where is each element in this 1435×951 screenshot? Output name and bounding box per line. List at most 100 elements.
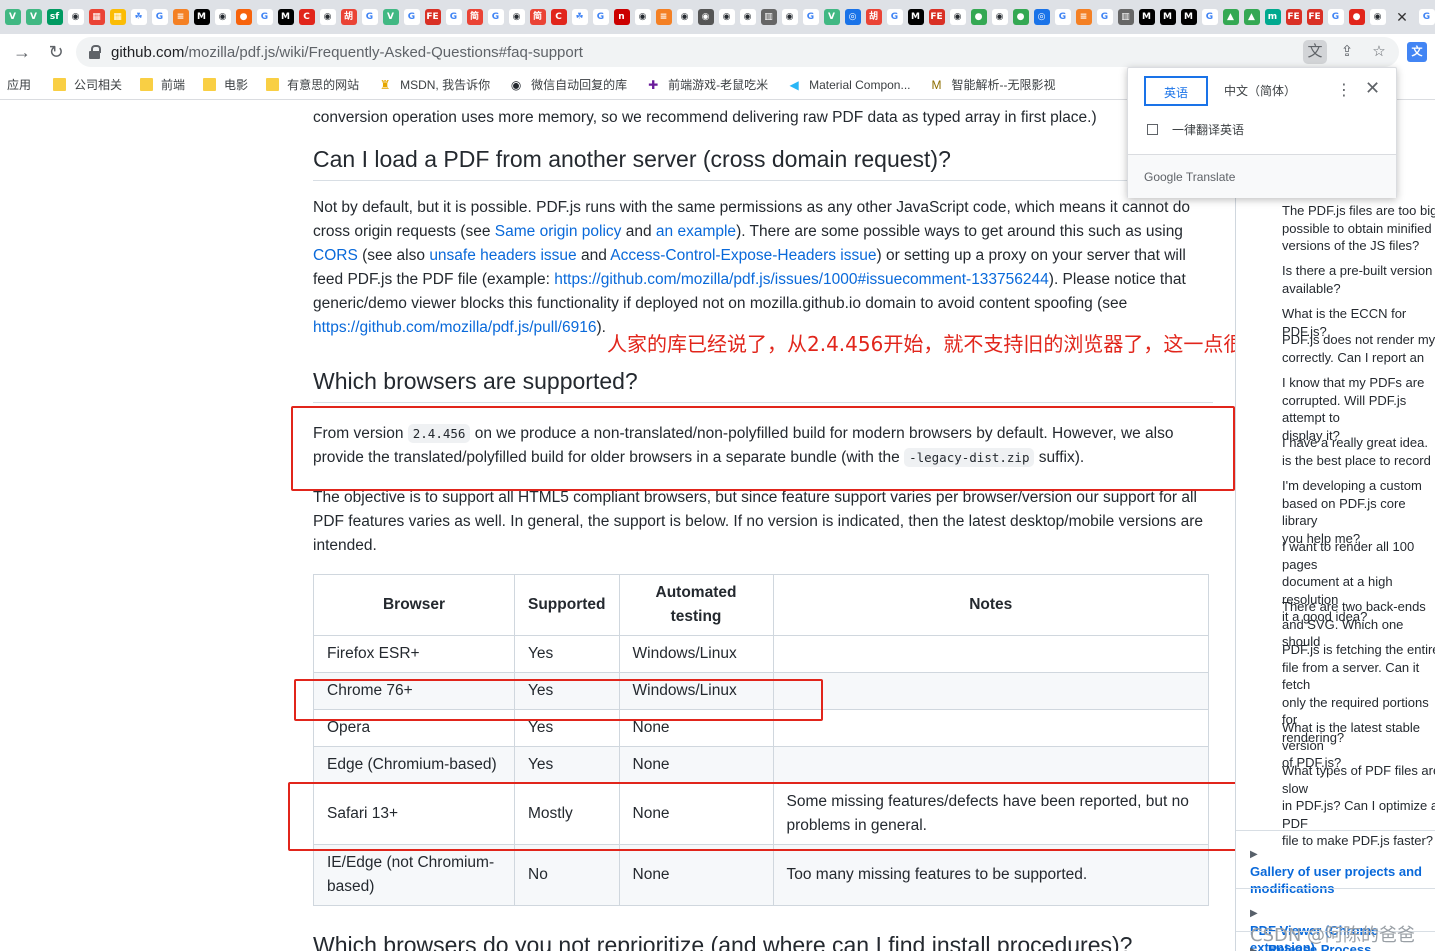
bookmark-item[interactable]: ◉ 微信自动回复的库 xyxy=(508,76,627,93)
tab-favicon-icon[interactable]: G xyxy=(361,9,378,25)
close-icon[interactable]: ✕ xyxy=(1365,78,1380,99)
tab-favicon-icon[interactable]: ☘ xyxy=(571,9,588,25)
tab-favicon-icon[interactable]: 简 xyxy=(466,9,483,25)
tab-favicon-icon[interactable]: G xyxy=(1201,9,1218,25)
bookmark-item[interactable]: ♜ MSDN, 我告诉你 xyxy=(377,76,490,93)
tab-favicon-icon[interactable]: ▦ xyxy=(109,9,126,25)
link-cors[interactable]: CORS xyxy=(313,247,358,264)
tab-favicon-icon[interactable]: M xyxy=(193,9,210,25)
bookmark-item[interactable]: 有意思的网站 xyxy=(266,76,359,93)
tab-favicon-icon[interactable]: ● xyxy=(235,9,252,25)
tab-favicon-icon[interactable]: ◉ xyxy=(991,9,1008,25)
bookmark-item[interactable]: 前端 xyxy=(140,76,185,93)
always-translate-checkbox[interactable] xyxy=(1147,124,1158,135)
forward-icon[interactable]: → xyxy=(8,38,36,66)
tab-favicon-icon[interactable]: V xyxy=(25,9,42,25)
tab-favicon-icon[interactable]: ◉ xyxy=(718,9,735,25)
tab-favicon-icon[interactable]: G xyxy=(1327,9,1344,25)
tab-favicon-icon[interactable]: ◉ xyxy=(1369,9,1386,25)
tab-favicon-icon[interactable]: FE xyxy=(424,9,441,25)
share-icon[interactable]: ⇪ xyxy=(1335,40,1359,64)
tab-favicon-icon[interactable]: G xyxy=(151,9,168,25)
sidebar-item[interactable]: Is there a pre-built version available? xyxy=(1282,262,1435,297)
tab-favicon-icon[interactable]: ◉ xyxy=(319,9,336,25)
more-options-icon[interactable]: ⋮ xyxy=(1336,80,1352,100)
tab-favicon-icon[interactable]: G xyxy=(1096,9,1113,25)
tab-favicon-icon[interactable]: ● xyxy=(1348,9,1365,25)
lang-tab-source[interactable]: 英语 xyxy=(1144,76,1208,106)
tab-favicon-icon[interactable]: ▦ xyxy=(88,9,105,25)
link-same-origin-policy[interactable]: Same origin policy xyxy=(495,223,622,240)
bookmark-star-icon[interactable]: ☆ xyxy=(1367,40,1391,64)
tab-favicon-icon[interactable]: ◎ xyxy=(844,9,861,25)
tab-favicon-icon[interactable]: G xyxy=(802,9,819,25)
sidebar-item[interactable]: What types of PDF files are slow in PDF.… xyxy=(1282,762,1435,850)
tab-favicon-icon[interactable]: G xyxy=(886,9,903,25)
tab-favicon-icon[interactable]: ◉ xyxy=(781,9,798,25)
tab-favicon-icon[interactable]: ≡ xyxy=(655,9,672,25)
sidebar-item[interactable]: PDF.js does not render my correctly. Can… xyxy=(1282,331,1435,366)
bookmark-item[interactable]: M 智能解析--无限影视 xyxy=(928,76,1055,93)
bookmark-item[interactable]: 电影 xyxy=(203,76,248,93)
link-unsafe-headers-issue[interactable]: unsafe headers issue xyxy=(429,247,576,264)
tab-favicon-icon[interactable]: ▲ xyxy=(1243,9,1260,25)
tab-favicon-icon[interactable]: M xyxy=(1180,9,1197,25)
tab-favicon-icon[interactable]: ≡ xyxy=(1075,9,1092,25)
tab-favicon-icon[interactable]: M xyxy=(1138,9,1155,25)
tab-favicon-icon[interactable]: ≡ xyxy=(172,9,189,25)
link-pull-6916[interactable]: https://github.com/mozilla/pdf.js/pull/6… xyxy=(313,319,596,336)
tab-favicon-icon[interactable]: V xyxy=(823,9,840,25)
bookmark-item[interactable]: 应用 xyxy=(7,76,31,93)
bookmark-item[interactable]: ✚ 前端游戏-老鼠吃米 xyxy=(645,76,768,93)
tab-favicon-icon[interactable]: m xyxy=(1264,9,1281,25)
bookmark-item[interactable]: 公司相关 xyxy=(53,76,122,93)
address-bar[interactable]: github.com/mozilla/pdf.js/wiki/Frequentl… xyxy=(76,37,1399,67)
link-issue-1000[interactable]: https://github.com/mozilla/pdf.js/issues… xyxy=(554,271,1049,288)
tab-favicon-icon[interactable]: ● xyxy=(1012,9,1029,25)
tab-favicon-icon[interactable]: ▥ xyxy=(760,9,777,25)
active-tab-close-icon[interactable]: ✕ xyxy=(1394,9,1410,25)
tab-favicon-icon[interactable]: G xyxy=(445,9,462,25)
tab-favicon-icon[interactable]: ◉ xyxy=(634,9,651,25)
tab-favicon-icon[interactable]: G xyxy=(1054,9,1071,25)
tab-favicon-icon[interactable]: ◉ xyxy=(949,9,966,25)
tab-favicon-icon[interactable]: M xyxy=(1159,9,1176,25)
tab-favicon-icon[interactable]: ◉ xyxy=(508,9,525,25)
translate-icon[interactable]: 文 xyxy=(1303,40,1327,64)
tab-favicon-icon[interactable]: G xyxy=(1418,9,1435,25)
link-an-example[interactable]: an example xyxy=(656,223,736,240)
tab-favicon-icon[interactable]: V xyxy=(382,9,399,25)
tab-favicon-icon[interactable]: ◉ xyxy=(214,9,231,25)
tab-favicon-icon[interactable]: ◉ xyxy=(739,9,756,25)
tab-favicon-icon[interactable]: C xyxy=(550,9,567,25)
tab-favicon-icon[interactable]: ▥ xyxy=(1117,9,1134,25)
tab-favicon-icon[interactable]: ◉ xyxy=(676,9,693,25)
tab-favicon-icon[interactable]: V xyxy=(4,9,21,25)
sidebar-section[interactable]: ▶ Gallery of user projects and modificati… xyxy=(1250,844,1435,897)
tab-favicon-icon[interactable]: G xyxy=(487,9,504,25)
tab-favicon-icon[interactable]: G xyxy=(592,9,609,25)
tab-favicon-icon[interactable]: sf xyxy=(46,9,63,25)
tab-favicon-icon[interactable]: ◉ xyxy=(67,9,84,25)
tab-favicon-icon[interactable]: 简 xyxy=(529,9,546,25)
tab-favicon-icon[interactable]: ☘ xyxy=(130,9,147,25)
tab-favicon-icon[interactable]: M xyxy=(277,9,294,25)
url-text[interactable]: github.com/mozilla/pdf.js/wiki/Frequentl… xyxy=(111,44,583,61)
bookmark-item[interactable]: ◀ Material Compon... xyxy=(786,77,910,93)
lang-tab-target[interactable]: 中文（简体） xyxy=(1220,76,1300,106)
tab-favicon-icon[interactable]: G xyxy=(403,9,420,25)
tab-favicon-icon[interactable]: FE xyxy=(1306,9,1323,25)
reload-icon[interactable]: ↻ xyxy=(42,38,70,66)
tab-favicon-icon[interactable]: C xyxy=(298,9,315,25)
tab-favicon-icon[interactable]: G xyxy=(256,9,273,25)
tab-favicon-icon[interactable]: ▲ xyxy=(1222,9,1239,25)
tab-favicon-icon[interactable]: 胡 xyxy=(340,9,357,25)
sidebar-item[interactable]: I'm developing a custom based on PDF.js … xyxy=(1282,477,1435,547)
tab-favicon-icon[interactable]: FE xyxy=(928,9,945,25)
sidebar-item[interactable]: I have a really great idea. is the best … xyxy=(1282,434,1435,469)
tab-favicon-icon[interactable]: ◎ xyxy=(1033,9,1050,25)
tab-favicon-icon[interactable]: ◉ xyxy=(697,9,714,25)
tab-favicon-icon[interactable]: M xyxy=(907,9,924,25)
sidebar-item[interactable]: The PDF.js files are too big possible to… xyxy=(1282,202,1435,255)
tab-favicon-icon[interactable]: n xyxy=(613,9,630,25)
